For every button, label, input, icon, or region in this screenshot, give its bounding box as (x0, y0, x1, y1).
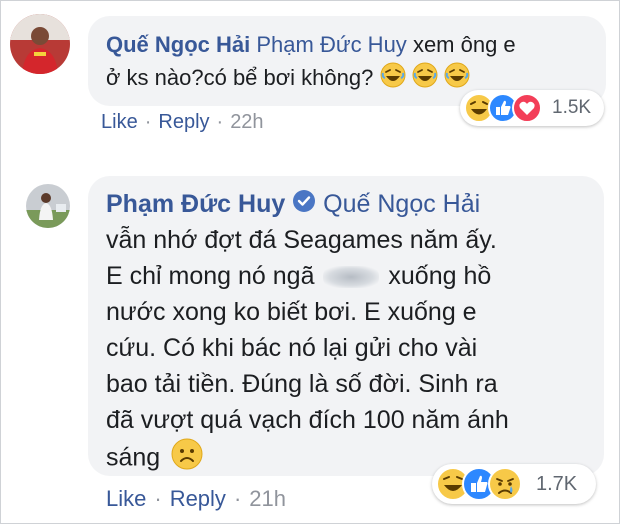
love-reaction-icon (512, 93, 542, 123)
comment-line: vẫn nhớ đợt đá Seagames năm ấy. (106, 226, 497, 254)
avatar-pham-duc-huy[interactable] (26, 184, 70, 228)
comment-text: xuống hồ (388, 262, 492, 290)
tagged-user[interactable]: Phạm Đức Huy (256, 32, 406, 57)
frowning-emoji-icon (171, 438, 203, 480)
comment-timestamp[interactable]: 22h (230, 111, 263, 134)
comment-text: E chỉ mong nó ngã (106, 262, 315, 290)
reaction-count: 1.5K (552, 97, 592, 118)
reply-link[interactable]: Reply (170, 486, 226, 512)
like-link[interactable]: Like (106, 486, 146, 512)
comment-text: sáng (106, 443, 161, 472)
blurred-word (323, 266, 380, 289)
separator-dot: · (154, 486, 162, 511)
comment-bubble-2: Phạm Đức Huy Quế Ngọc Hải vẫn nhớ đợt đá… (88, 176, 604, 476)
comment-text: xem ông e (412, 32, 516, 57)
tagged-user[interactable]: Quế Ngọc Hải (323, 190, 480, 218)
laughing-emoji-icon (412, 62, 438, 96)
separator-dot: · (216, 111, 224, 133)
comment-actions: Like · Reply · 21h (106, 486, 286, 512)
comment-text: ở ks nào?có bể bơi không? (106, 64, 374, 90)
comment-body: vẫn nhớ đợt đá Seagames năm ấy. E chỉ mo… (106, 222, 509, 480)
separator-dot: · (233, 486, 242, 511)
comment-line: cứu. Có khi bác nó lại gửi cho vài (106, 334, 478, 362)
comment-author[interactable]: Phạm Đức Huy (106, 190, 285, 218)
like-link[interactable]: Like (101, 111, 138, 134)
comment-line: đã vượt quá vạch đích 100 năm ánh (106, 406, 509, 434)
reaction-count: 1.7K (536, 473, 578, 495)
avatar-que-ngoc-hai[interactable] (10, 14, 70, 74)
comment-author[interactable]: Quế Ngọc Hải (106, 32, 250, 57)
comment-actions: Like · Reply · 22h (101, 111, 264, 134)
laughing-emoji-icon (444, 62, 470, 96)
comment-timestamp[interactable]: 21h (249, 486, 286, 512)
comment-line: nước xong ko biết bơi. E xuống e (106, 298, 477, 326)
verified-badge-icon (292, 187, 316, 223)
sad-reaction-icon (488, 467, 522, 501)
separator-dot: · (144, 111, 152, 133)
comment-line: E chỉ mong nó ngã xuống hồ (106, 258, 509, 294)
reply-link[interactable]: Reply (158, 111, 209, 134)
laughing-emoji-icon (380, 62, 406, 96)
comment-line: bao tải tiền. Đúng là số đời. Sinh ra (106, 370, 498, 398)
reaction-summary[interactable]: 1.5K (460, 90, 604, 126)
reaction-summary[interactable]: 1.7K (432, 464, 596, 504)
